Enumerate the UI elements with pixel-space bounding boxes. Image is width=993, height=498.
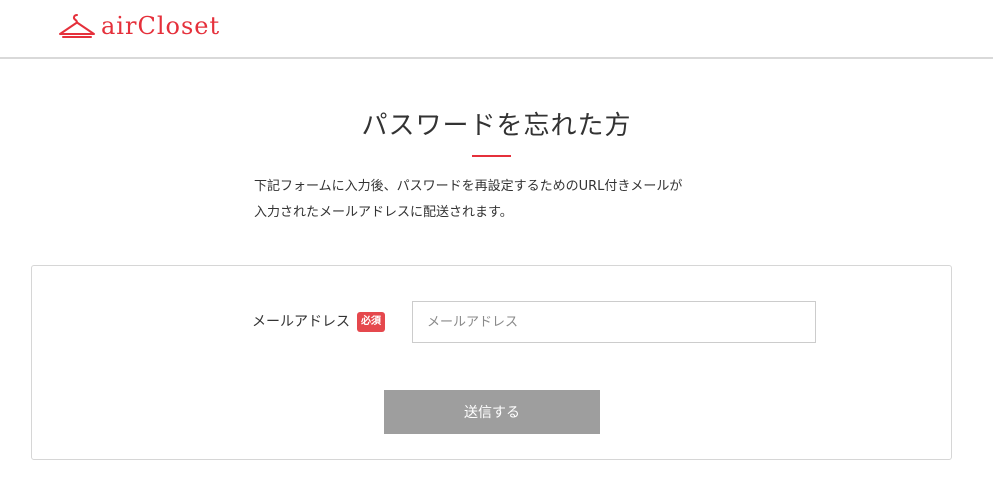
description-line-1: 下記フォームに入力後、パスワードを再設定するためのURL付きメールが — [254, 179, 683, 194]
required-badge: 必須 — [357, 312, 385, 332]
email-field-label: メールアドレス 必須 — [252, 312, 385, 332]
page-title: パスワードを忘れた方 — [361, 111, 632, 141]
site-header: airCloset — [0, 0, 993, 59]
logo-text: airCloset — [101, 12, 221, 40]
email-input[interactable] — [412, 301, 816, 343]
description-line-2: 入力されたメールアドレスに配送されます。 — [254, 205, 513, 220]
title-underline — [472, 155, 511, 157]
description: 下記フォームに入力後、パスワードを再設定するためのURL付きメールが 入力された… — [254, 174, 774, 226]
logo[interactable]: airCloset — [57, 10, 220, 42]
password-reset-form: メールアドレス 必須 送信する — [31, 265, 952, 460]
hanger-icon — [57, 13, 97, 39]
email-label-text: メールアドレス — [252, 314, 350, 330]
submit-button[interactable]: 送信する — [384, 390, 600, 434]
